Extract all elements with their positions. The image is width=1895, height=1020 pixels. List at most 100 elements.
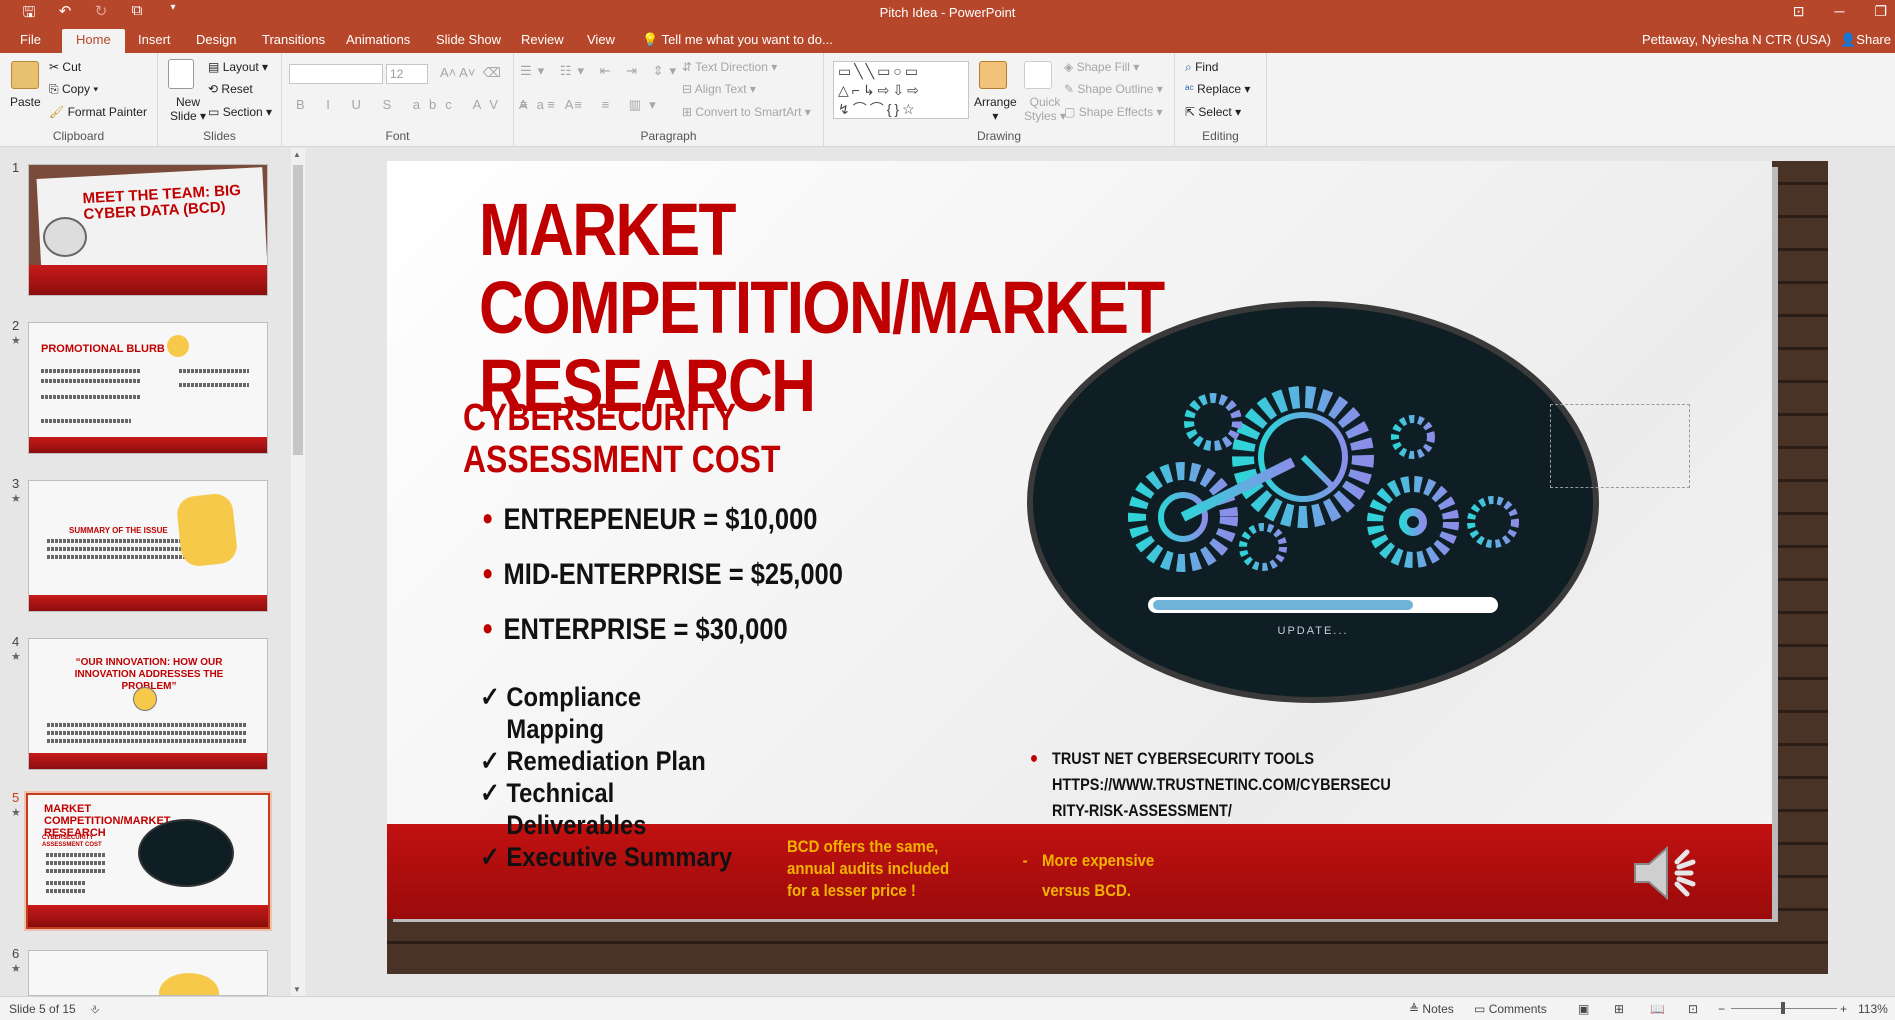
scroll-up-icon[interactable]: ▲ [293, 150, 301, 159]
new-slide-button[interactable]: New Slide ▾ [170, 95, 206, 123]
tab-insert[interactable]: Insert [138, 32, 171, 47]
paste-icon[interactable] [11, 61, 39, 89]
align-text-button[interactable]: ⊟ Align Text ▾ [682, 82, 756, 96]
notes-button[interactable]: ≜ Notes [1409, 1002, 1454, 1016]
paste-button[interactable]: Paste [10, 95, 41, 109]
empty-placeholder-box[interactable] [1550, 404, 1690, 488]
check-item[interactable]: ✓ Executive Summary [480, 841, 770, 873]
slide-sorter-icon[interactable]: ⊞ [1614, 1002, 1624, 1016]
slide-thumbnail-1[interactable]: MEET THE TEAM: BIG CYBER DATA (BCD) [28, 164, 268, 296]
arrange-button[interactable]: Arrange ▾ [974, 95, 1017, 123]
font-name-input[interactable] [289, 64, 383, 84]
shape-fill-button[interactable]: ◈ Shape Fill ▾ [1064, 60, 1139, 74]
align-buttons-icons[interactable]: ≡ ≡ ≡ ≡ ▥▾ [520, 97, 664, 113]
spellcheck-icon[interactable]: ⎀ [90, 1002, 100, 1017]
tab-view[interactable]: View [587, 32, 615, 47]
replace-label: Replace [1197, 82, 1242, 96]
font-grow-shrink-icons[interactable]: A˄ A˅ ⌫ [440, 65, 501, 81]
zoom-level[interactable]: 113% [1858, 1002, 1888, 1016]
tab-review[interactable]: Review [521, 32, 564, 47]
thumb-text-lines [47, 555, 187, 559]
text-direction-button[interactable]: ⇵ Text Direction ▾ [682, 60, 777, 74]
slide-thumbnail-4[interactable]: “OUR INNOVATION: HOW OUR INNOVATION ADDR… [28, 638, 268, 770]
section-button[interactable]: ▭ Section ▾ [208, 105, 272, 119]
slide-canvas[interactable]: MARKET COMPETITION/MARKET RESEARCH CYBER… [387, 161, 1828, 974]
slide-thumbnail-5[interactable]: MARKET COMPETITION/MARKET RESEARCH CYBER… [26, 793, 270, 929]
speaker-icon[interactable] [1627, 838, 1707, 908]
slides-label: Slides [203, 129, 236, 143]
tab-file[interactable]: File [20, 32, 41, 47]
normal-view-icon[interactable]: ▣ [1578, 1002, 1589, 1016]
notes-icon: ≜ [1409, 1002, 1420, 1016]
minimize-icon[interactable]: ─ [1835, 3, 1845, 20]
convert-smartart-button[interactable]: ⊞ Convert to SmartArt ▾ [682, 105, 811, 119]
tab-animations[interactable]: Animations [346, 32, 410, 47]
shape-effects-button[interactable]: ▢ Shape Effects ▾ [1064, 105, 1163, 119]
ribbon: Paste ✂ Cut ⎘ Copy ▾ 🖌 Format Painter Cl… [0, 53, 1895, 147]
ribbon-display-icon[interactable]: ⊡ [1793, 3, 1805, 20]
list-buttons-icons[interactable]: ☰▾ ☷▾ ⇤ ⇥ ⇕▾ [520, 63, 682, 79]
gears-image[interactable]: UPDATE... [1027, 301, 1599, 703]
editing-group: ⌕ Find ᵃᶜ Replace ▾ ⇱ Select ▾ Editing [1175, 53, 1267, 147]
bcd-note[interactable]: BCD offers the same, annual audits inclu… [787, 836, 963, 902]
tab-transitions[interactable]: Transitions [262, 32, 325, 47]
slide-thumbnail-2[interactable]: PROMOTIONAL BLURB [28, 322, 268, 454]
thumb-text-lines [47, 723, 247, 727]
person-icon: 👤 [1840, 32, 1857, 47]
thumb-red-bar [29, 265, 267, 295]
image-caption: UPDATE... [1277, 625, 1349, 637]
shape-outline-button[interactable]: ✎ Shape Outline ▾ [1064, 82, 1163, 96]
find-button[interactable]: ⌕ Find [1185, 60, 1218, 75]
price-bullet[interactable]: ● MID-ENTERPRISE = $25,000 [482, 558, 843, 592]
price-bullet[interactable]: ● ENTREPENEUR = $10,000 [482, 503, 817, 537]
comments-button[interactable]: ▭ Comments [1474, 1002, 1547, 1016]
slide-subhead[interactable]: CYBERSECURITY ASSESSMENT COST [463, 397, 900, 481]
check-item[interactable]: ✓ Compliance Mapping [480, 681, 709, 745]
reset-button[interactable]: ⟲ Reset [208, 82, 253, 96]
zoom-out-icon[interactable]: − [1718, 1002, 1725, 1016]
zoom-slider-thumb[interactable] [1781, 1002, 1785, 1014]
tab-home[interactable]: Home [62, 29, 125, 53]
zoom-in-icon[interactable]: + [1840, 1002, 1847, 1016]
pencil-icon: ✎ [1064, 82, 1075, 96]
tab-slide-show[interactable]: Slide Show [436, 32, 501, 47]
slide-thumbnail-6[interactable] [28, 950, 268, 996]
scrollbar-thumb[interactable] [293, 165, 303, 455]
scroll-down-icon[interactable]: ▼ [293, 985, 301, 994]
thumb-red-bar [29, 595, 267, 611]
price-bullet[interactable]: ● ENTERPRISE = $30,000 [482, 613, 788, 647]
restore-icon[interactable]: ❐ [1874, 3, 1887, 20]
tell-me-box[interactable]: 💡 Tell me what you want to do... [642, 32, 833, 48]
thumb-subhead: CYBERSECURITY ASSESSMENT COST [42, 835, 102, 848]
check-item[interactable]: ✓ Technical Deliverables [480, 777, 709, 841]
copy-button[interactable]: ⎘ Copy ▾ [49, 82, 98, 97]
thumb-title: SUMMARY OF THE ISSUE [69, 526, 168, 535]
title-bar: 🖫 ↶ ↻ ⧉ ▾ Pitch Idea - PowerPoint ⊡ ─ ❐ [0, 0, 1895, 26]
arrange-icon[interactable] [979, 61, 1007, 89]
share-button[interactable]: 👤Share [1840, 32, 1891, 48]
tab-design[interactable]: Design [196, 32, 236, 47]
checkmark-icon: ✓ [480, 778, 500, 808]
copy-icon: ⎘ [49, 82, 59, 96]
shapes-gallery[interactable]: ▭╲╲▭○▭ △⌐↳⇨⇩⇨ ↯⌒⌒{}☆ [833, 61, 969, 119]
trust-net-reference[interactable]: ● TRUST NET CYBERSECURITY TOOLS HTTPS://… [1030, 746, 1391, 824]
quick-styles-icon[interactable] [1024, 61, 1052, 89]
user-name[interactable]: Pettaway, Nyiesha N CTR (USA) [1642, 32, 1831, 47]
slide-thumbnail-3[interactable]: SUMMARY OF THE ISSUE [28, 480, 268, 612]
more-expensive-note[interactable]: - More expensive versus BCD. [1023, 846, 1155, 906]
slideshow-view-icon[interactable]: ⊡ [1688, 1002, 1698, 1016]
check-item[interactable]: ✓ Remediation Plan [480, 745, 709, 777]
layout-button[interactable]: ▤ Layout ▾ [208, 60, 268, 74]
replace-button[interactable]: ᵃᶜ Replace ▾ [1185, 82, 1250, 96]
new-slide-icon[interactable] [168, 59, 194, 89]
thumb-text-lines [41, 395, 141, 399]
reading-view-icon[interactable]: 📖 [1650, 1002, 1665, 1016]
font-size-input[interactable]: 12 [386, 64, 428, 84]
arrange-label: Arrange [974, 95, 1017, 109]
format-painter-button[interactable]: 🖌 Format Painter [49, 105, 147, 119]
checkmark-icon: ✓ [480, 682, 500, 712]
quick-styles-button[interactable]: Quick Styles ▾ [1024, 95, 1066, 123]
cut-button[interactable]: ✂ Cut [49, 60, 81, 74]
select-button[interactable]: ⇱ Select ▾ [1185, 105, 1241, 119]
new-slide-label-2: Slide [170, 109, 197, 123]
